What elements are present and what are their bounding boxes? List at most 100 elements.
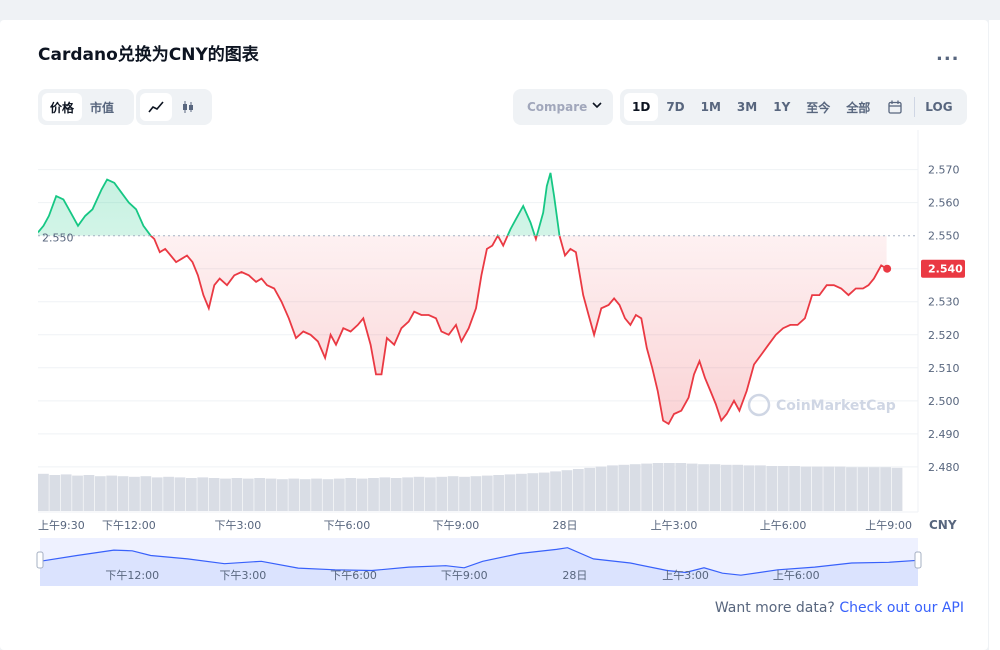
volume-bar xyxy=(618,464,630,511)
volume-bar xyxy=(538,472,550,511)
volume-bar xyxy=(561,470,573,511)
x-tick-label: 上午9:30 xyxy=(38,519,85,532)
volume-bar xyxy=(254,478,266,511)
volume-bar xyxy=(185,478,197,511)
navigator-tick-label: 上午3:00 xyxy=(662,569,709,582)
volume-bar xyxy=(663,463,675,511)
volume-bars xyxy=(38,463,903,511)
current-price-label: 2.540 xyxy=(928,263,963,276)
price-chart[interactable]: CoinMarketCap 2.550 2.570 2.560 2.550 2.540… xyxy=(0,0,1000,650)
volume-bar xyxy=(720,464,732,511)
navigator-handle-right[interactable] xyxy=(914,551,922,569)
volume-bar xyxy=(129,476,140,511)
volume-bar xyxy=(493,475,505,511)
volume-bar xyxy=(345,478,357,511)
volume-bar xyxy=(106,475,118,511)
volume-bar xyxy=(868,467,880,511)
volume-bar xyxy=(834,466,846,511)
volume-bar xyxy=(390,478,402,511)
volume-bar xyxy=(857,467,869,511)
y-tick-label: 2.500 xyxy=(928,395,960,408)
volume-bar xyxy=(140,476,152,511)
volume-bar xyxy=(743,465,755,511)
navigator-tick-label: 上午6:00 xyxy=(773,569,820,582)
api-link[interactable]: Check out our API xyxy=(839,600,964,616)
x-axis: 上午9:30 下午12:00 下午3:00 下午6:00 下午9:00 28日 上午3:00… xyxy=(38,519,912,532)
y-tick-label: 2.570 xyxy=(928,164,960,177)
volume-bar xyxy=(811,466,823,511)
volume-bar xyxy=(402,477,413,511)
volume-bar xyxy=(424,477,436,511)
volume-bar xyxy=(595,466,607,511)
volume-bar xyxy=(265,478,277,511)
x-tick-label: 上午9:00 xyxy=(865,519,912,532)
volume-bar xyxy=(163,476,174,511)
volume-bar xyxy=(504,474,516,511)
y-tick-label: 2.520 xyxy=(928,329,960,342)
y-tick-label: 2.490 xyxy=(928,428,960,441)
navigator-tick-label: 下午9:00 xyxy=(441,569,488,582)
volume-bar xyxy=(459,476,470,511)
footer-text: Want more data? xyxy=(714,600,835,616)
volume-bar xyxy=(527,473,539,511)
volume-bar xyxy=(641,463,653,511)
navigator-tick-label: 下午12:00 xyxy=(105,569,159,582)
volume-bar xyxy=(368,478,379,511)
volume-bar xyxy=(846,467,857,511)
volume-bar xyxy=(481,475,493,511)
volume-bar xyxy=(686,463,698,511)
volume-bar xyxy=(789,466,800,511)
x-tick-label: 上午6:00 xyxy=(760,519,807,532)
footer: Want more data? Check out our API xyxy=(715,600,964,616)
volume-bar xyxy=(220,478,231,511)
x-tick-label: 上午3:00 xyxy=(651,519,698,532)
baseline-label: 2.550 xyxy=(42,232,74,245)
volume-bar xyxy=(891,467,903,511)
price-area-down xyxy=(150,235,887,424)
volume-bar xyxy=(413,476,425,511)
volume-bar xyxy=(823,466,835,511)
volume-bar xyxy=(311,478,322,511)
navigator-handle-left[interactable] xyxy=(36,551,44,569)
volume-bar xyxy=(629,464,641,511)
volume-bar xyxy=(322,479,334,511)
volume-bar xyxy=(766,466,778,511)
volume-bar xyxy=(470,476,482,511)
volume-bar xyxy=(550,471,561,511)
watermark-text: CoinMarketCap xyxy=(776,398,896,414)
volume-bar xyxy=(777,466,789,511)
volume-bar xyxy=(698,464,709,511)
volume-bar xyxy=(584,467,596,511)
volume-bar xyxy=(38,473,49,511)
volume-bar xyxy=(572,469,584,511)
navigator-tick-label: 28日 xyxy=(562,569,587,582)
y-tick-label: 2.550 xyxy=(928,230,960,243)
volume-bar xyxy=(447,476,459,511)
volume-bar xyxy=(208,478,220,511)
navigator[interactable]: 下午12:00 下午3:00 下午6:00 下午9:00 28日 上午3:00 上午6:00 xyxy=(36,538,922,586)
y-tick-label: 2.560 xyxy=(928,197,960,210)
price-areas xyxy=(38,172,887,424)
volume-bar xyxy=(732,464,744,511)
y-tick-label: 2.510 xyxy=(928,362,960,375)
volume-bar xyxy=(288,478,300,511)
navigator-tick-label: 下午6:00 xyxy=(330,569,377,582)
y-axis: 2.570 2.560 2.550 2.540 2.530 2.520 2.510 2.500… xyxy=(921,164,965,532)
volume-bar xyxy=(652,463,664,511)
volume-bar xyxy=(231,478,243,511)
x-tick-label: 28日 xyxy=(552,519,577,532)
volume-bar xyxy=(709,464,721,511)
y-tick-label: 2.480 xyxy=(928,461,960,474)
volume-bar xyxy=(277,479,288,511)
volume-bar xyxy=(880,467,892,511)
volume-bar xyxy=(72,475,83,511)
x-tick-label: 下午3:00 xyxy=(215,519,262,532)
volume-bar xyxy=(117,476,129,511)
x-tick-label: 下午9:00 xyxy=(433,519,480,532)
volume-bar xyxy=(49,475,61,511)
volume-bar xyxy=(151,477,163,511)
currency-label: CNY xyxy=(929,518,957,532)
volume-bar xyxy=(299,479,311,511)
volume-bar xyxy=(83,475,95,511)
volume-bar xyxy=(197,477,209,511)
